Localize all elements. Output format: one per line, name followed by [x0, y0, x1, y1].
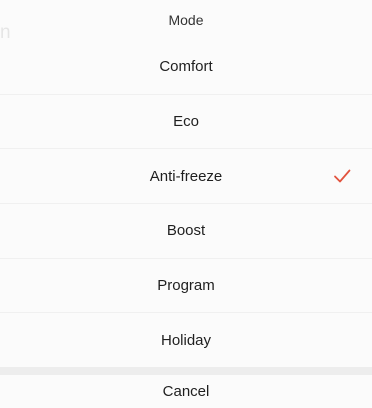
mode-action-sheet: Mode Comfort Eco Anti-freeze Boost Progr… [0, 0, 372, 408]
checkmark-icon [334, 169, 351, 183]
option-label: Holiday [160, 331, 212, 349]
option-program[interactable]: Program [0, 257, 372, 313]
option-label: Boost [166, 222, 206, 240]
screen: n Mode Comfort Eco Anti-freeze Boost Pro… [0, 0, 372, 408]
option-label: Comfort [159, 58, 213, 76]
option-eco[interactable]: Eco [0, 93, 372, 149]
cancel-button[interactable]: Cancel [0, 375, 372, 408]
option-label: Program [157, 277, 215, 295]
mode-option-list: Comfort Eco Anti-freeze Boost Program Ho… [0, 40, 372, 368]
sheet-title: Mode [0, 0, 372, 40]
option-comfort[interactable]: Comfort [0, 40, 372, 94]
option-label: Anti-freeze [149, 167, 223, 185]
option-holiday[interactable]: Holiday [0, 312, 372, 367]
option-anti-freeze[interactable]: Anti-freeze [0, 148, 372, 203]
option-label: Eco [173, 113, 199, 131]
sheet-divider [0, 367, 372, 376]
cancel-label: Cancel [162, 383, 210, 401]
option-boost[interactable]: Boost [0, 203, 372, 258]
